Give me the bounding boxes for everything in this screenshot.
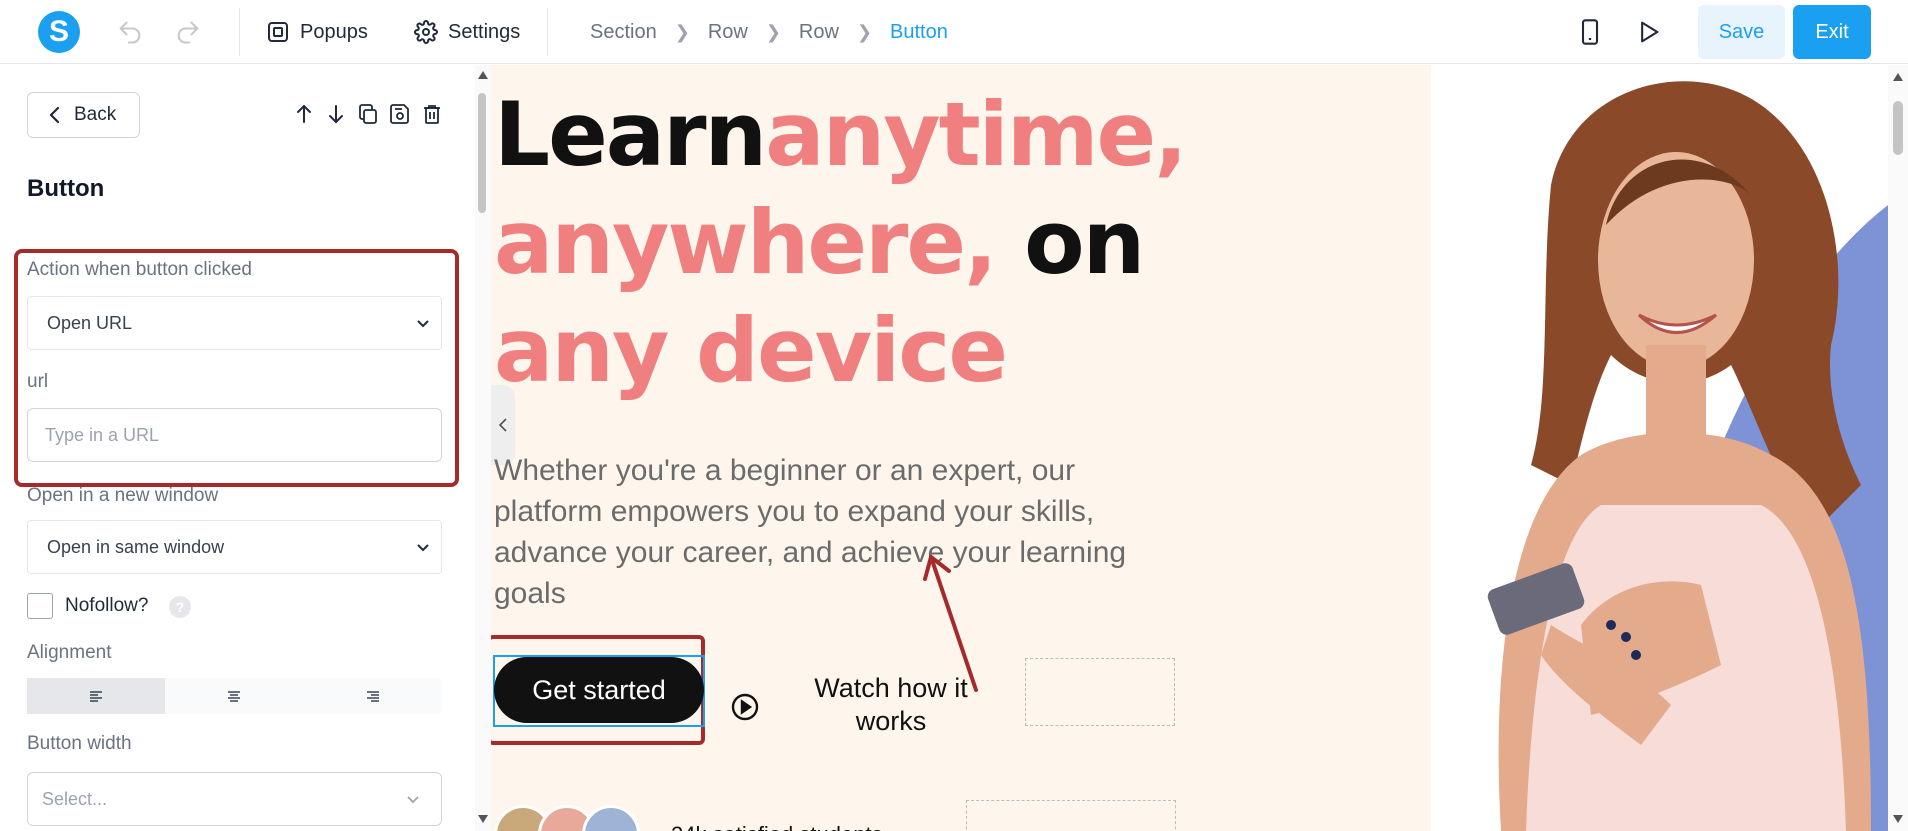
mobile-device-icon[interactable] <box>1576 18 1604 46</box>
chevron-right-icon: ❯ <box>856 21 873 42</box>
element-tools <box>292 102 444 126</box>
alignment-label: Alignment <box>27 642 112 663</box>
settings-label: Settings <box>448 20 521 43</box>
alignment-toggle <box>27 678 442 714</box>
save-button[interactable]: Save <box>1698 5 1785 59</box>
panel-title: Button <box>27 175 105 202</box>
align-right-icon <box>366 691 379 702</box>
trash-icon[interactable] <box>420 102 444 126</box>
headline-accent-word: anytime, <box>765 83 1187 186</box>
empty-placeholder-block[interactable] <box>1025 658 1175 726</box>
headline-word: Learn <box>494 83 767 186</box>
button-width-placeholder: Select... <box>42 788 108 809</box>
hero-image <box>1431 65 1888 831</box>
headline-word: on <box>995 191 1145 294</box>
chevron-right-icon: ❯ <box>674 21 690 42</box>
button-width-select[interactable]: Select... <box>27 772 442 826</box>
get-started-button[interactable]: Get started <box>494 657 704 723</box>
new-window-label: Open in a new window <box>27 485 219 506</box>
empty-placeholder-block[interactable] <box>966 800 1176 831</box>
gear-icon <box>414 20 438 44</box>
hero-subtext[interactable]: Whether you're a beginner or an expert, … <box>494 450 1174 614</box>
top-toolbar: S Popups Settings Section ❯ Row ❯ Row ❯ … <box>0 0 1908 64</box>
breadcrumb-item-section[interactable]: Section <box>590 21 657 44</box>
chevron-left-icon <box>498 418 507 432</box>
avatar <box>582 805 640 831</box>
chevron-down-icon <box>417 544 429 552</box>
students-count-text: 24k satisfied students <box>671 822 883 831</box>
play-circle-icon[interactable] <box>731 693 759 721</box>
popups-icon <box>268 22 288 42</box>
align-right-button[interactable] <box>304 678 442 714</box>
headline-accent-word: any device <box>494 299 1008 402</box>
arrow-down-icon[interactable] <box>324 102 348 126</box>
button-width-label: Button width <box>27 733 132 754</box>
nofollow-checkbox[interactable] <box>27 593 53 619</box>
align-center-icon <box>228 691 241 702</box>
scroll-up-arrow-icon[interactable] <box>1893 73 1903 81</box>
breadcrumb-item-row[interactable]: Row <box>708 21 748 44</box>
app-logo[interactable]: S <box>38 11 80 53</box>
align-left-icon <box>90 691 103 702</box>
help-icon[interactable]: ? <box>169 596 191 618</box>
breadcrumb: Section ❯ Row ❯ Row ❯ Button <box>590 18 948 46</box>
chevron-right-icon: ❯ <box>765 21 781 42</box>
canvas-scrollbar[interactable] <box>1888 65 1908 831</box>
settings-panel: Back Button Action when button clicked O… <box>0 65 475 831</box>
breadcrumb-item-button[interactable]: Button <box>890 21 948 44</box>
page-canvas: Learnanytime, anywhere, on any device Wh… <box>491 65 1888 831</box>
headline-accent-word: anywhere, <box>494 191 998 294</box>
student-avatars <box>494 805 640 831</box>
redo-icon[interactable] <box>174 18 202 46</box>
annotation-highlight-box <box>14 249 459 487</box>
exit-button[interactable]: Exit <box>1793 5 1871 59</box>
panel-scrollbar[interactable] <box>475 65 491 831</box>
chevron-down-icon <box>407 796 419 804</box>
nofollow-label: Nofollow? <box>65 595 149 616</box>
align-center-button[interactable] <box>165 678 303 714</box>
play-icon[interactable] <box>1634 18 1662 46</box>
scrollbar-thumb[interactable] <box>478 93 486 213</box>
scroll-up-arrow-icon[interactable] <box>478 71 488 79</box>
annotation-arrow-icon <box>923 555 978 692</box>
scroll-down-arrow-icon[interactable] <box>1893 815 1903 823</box>
new-window-value: Open in same window <box>47 536 225 557</box>
toolbar-divider <box>547 8 548 56</box>
arrow-up-icon[interactable] <box>292 102 316 126</box>
toolbar-divider <box>239 8 240 56</box>
back-button[interactable]: Back <box>27 92 140 138</box>
scrollbar-thumb[interactable] <box>1893 101 1903 155</box>
popups-label: Popups <box>300 20 368 43</box>
settings-button[interactable]: Settings <box>414 14 520 50</box>
back-label: Back <box>74 104 117 125</box>
hero-headline[interactable]: Learnanytime, anywhere, on any device <box>494 81 1214 405</box>
new-window-select[interactable]: Open in same window <box>27 520 442 574</box>
copy-icon[interactable] <box>356 102 380 126</box>
undo-icon[interactable] <box>116 18 144 46</box>
save-icon[interactable] <box>388 102 412 126</box>
breadcrumb-item-row[interactable]: Row <box>799 21 839 44</box>
chevron-left-icon <box>49 106 60 124</box>
align-left-button[interactable] <box>27 678 166 714</box>
popups-button[interactable]: Popups <box>266 14 368 50</box>
scroll-down-arrow-icon[interactable] <box>478 815 488 823</box>
